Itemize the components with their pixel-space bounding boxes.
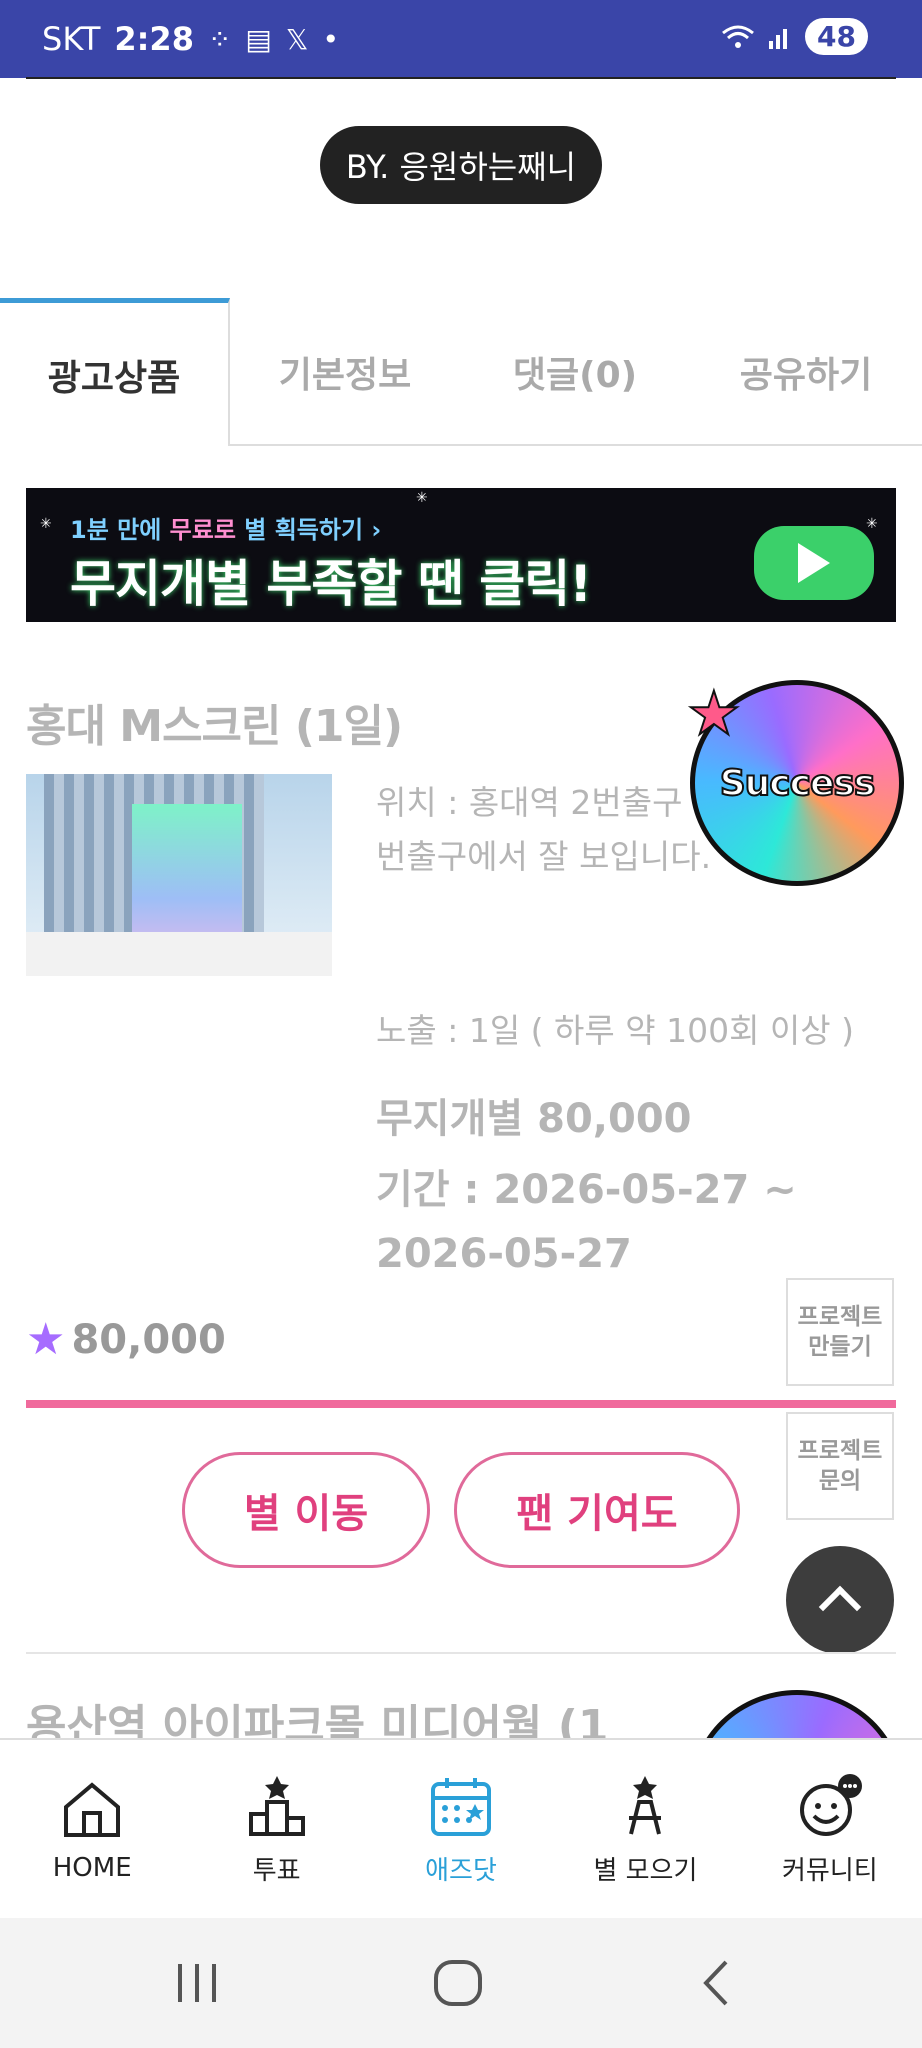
fan-contribution-button[interactable]: 팬 기여도 (454, 1452, 740, 1568)
funding-progress-fill (26, 1400, 896, 1408)
make-project-button[interactable]: 프로젝트 만들기 (786, 1278, 894, 1386)
banner-sub-prefix: 1분 만에 (70, 516, 162, 544)
rainbow-star-icon: ★ (26, 1314, 66, 1365)
tab-bar: 광고상품 기본정보 댓글(0) 공유하기 (0, 298, 922, 446)
signal-icon (769, 28, 788, 49)
recent-apps-icon[interactable] (170, 1956, 224, 2010)
grid-icon: ⁘ (207, 22, 232, 56)
notification-dot: • (322, 22, 339, 56)
rainbow-star-icon: ★ (686, 678, 742, 750)
home-icon (64, 1782, 121, 1837)
star-move-button[interactable]: 별 이동 (182, 1452, 430, 1568)
nav-vote-label: 투표 (252, 1855, 301, 1886)
header-divider (26, 77, 896, 79)
calendar-icon (431, 1777, 492, 1836)
nav-community-label: 커뮤니티 (781, 1855, 878, 1886)
play-icon (754, 526, 874, 600)
clock: 2:28 (114, 20, 194, 58)
product-image[interactable] (26, 774, 332, 976)
product-period: 기간 : 2026-05-27 ~ 2026-05-27 (376, 1167, 797, 1277)
home-button-icon[interactable] (428, 1956, 488, 2010)
chevron-up-icon (818, 1585, 862, 1629)
ask-project-button[interactable]: 프로젝트 문의 (786, 1412, 894, 1520)
promo-banner[interactable]: ✳ ✳ ✳ 1분 만에 무료로 별 획득하기 › 무지개별 부족할 땐 클릭! (26, 488, 896, 622)
star-total-amount: 80,000 (71, 1316, 226, 1363)
tab-comments[interactable]: 댓글(0) (460, 298, 690, 446)
nav-star-collect[interactable]: 별 모으기 (553, 1740, 737, 1918)
carrier-label: SKT (42, 20, 101, 58)
nav-home-label: HOME (52, 1853, 132, 1883)
product-price: 무지개별 80,000 (376, 1096, 692, 1142)
banner-sub-suffix: 별 획득하기 › (244, 516, 382, 544)
nav-adsdot[interactable]: 애즈닷 (369, 1740, 553, 1918)
funding-progress (26, 1400, 896, 1408)
success-label: Success (719, 762, 877, 805)
banner-subtitle: 1분 만에 무료로 별 획득하기 › (70, 510, 381, 545)
x-icon: 𝕏 (285, 22, 309, 56)
back-icon[interactable] (690, 1956, 744, 2010)
product-title[interactable]: 홍대 M스크린 (1일) (26, 690, 403, 754)
battery-level: 48 (805, 18, 868, 55)
author-badge: BY. 응원하는째니 (320, 126, 602, 204)
bottom-nav: HOME 투표 애즈닷 별 모으기 커뮤니티 (0, 1738, 922, 1918)
nav-home[interactable]: HOME (0, 1740, 184, 1918)
tab-basic-info[interactable]: 기본정보 (230, 298, 460, 446)
success-badge: ★ Success (686, 678, 904, 886)
tab-divider (230, 444, 922, 446)
banner-sub-free: 무료로 (169, 516, 236, 544)
nav-adsdot-label: 애즈닷 (425, 1855, 497, 1886)
star-collect-icon (629, 1775, 662, 1834)
nav-community[interactable]: 커뮤니티 (738, 1740, 922, 1918)
community-icon (799, 1773, 862, 1836)
banner-headline: 무지개별 부족할 땐 클릭! (70, 555, 592, 613)
tab-ad-products[interactable]: 광고상품 (0, 298, 230, 446)
vote-icon (248, 1775, 305, 1836)
system-nav-bar (0, 1918, 922, 2048)
nav-star-collect-label: 별 모으기 (593, 1855, 698, 1886)
status-bar: SKT 2:28 ⁘ ▤ 𝕏 • 48 (0, 0, 922, 78)
wifi-icon (722, 25, 754, 48)
star-total: ★ 80,000 (26, 1314, 226, 1365)
product-divider (26, 1652, 896, 1654)
product-exposure: 노출 : 1일 ( 하루 약 100회 이상 ) (376, 1011, 855, 1050)
scroll-to-top-button[interactable] (786, 1546, 894, 1654)
tab-share[interactable]: 공유하기 (690, 298, 922, 446)
nav-vote[interactable]: 투표 (184, 1740, 368, 1918)
news-icon: ▤ (245, 22, 272, 56)
